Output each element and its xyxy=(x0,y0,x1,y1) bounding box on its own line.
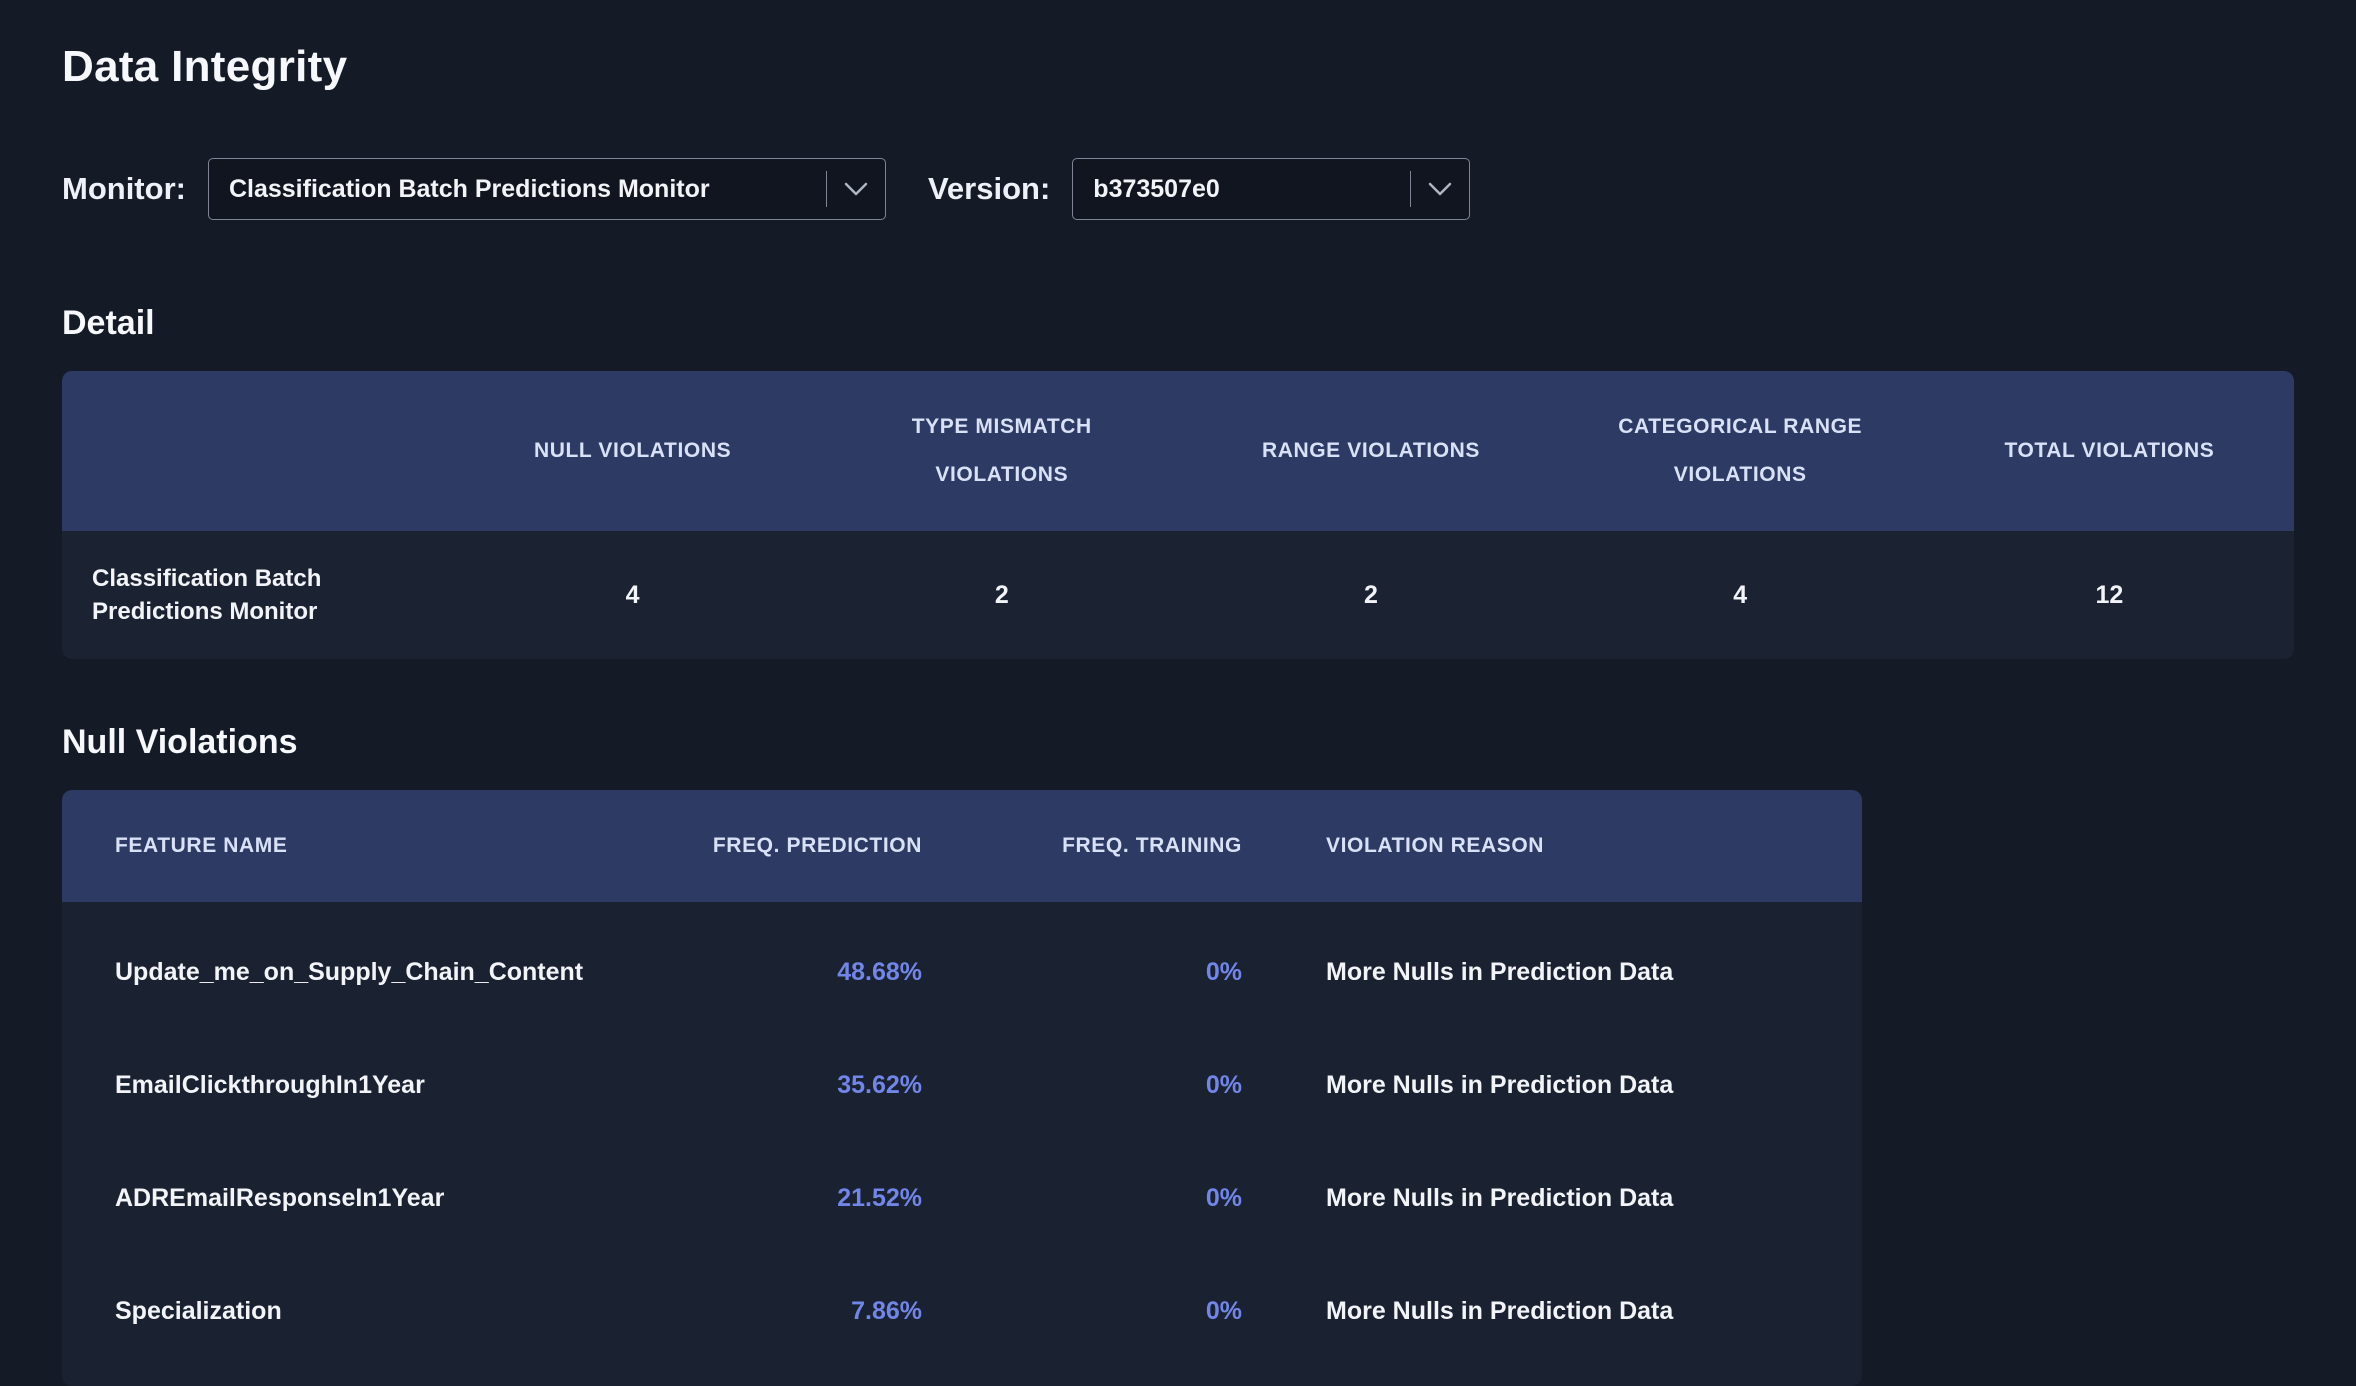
version-group: Version: b373507e0 xyxy=(928,158,1470,220)
monitor-select-value: Classification Batch Predictions Monitor xyxy=(209,175,826,204)
freq-training: 0% xyxy=(922,958,1242,987)
table-row: Classification Batch Predictions Monitor… xyxy=(62,531,2294,659)
chevron-down-icon xyxy=(827,182,885,197)
detail-categorical-range-value: 4 xyxy=(1556,581,1925,610)
monitor-select[interactable]: Classification Batch Predictions Monitor xyxy=(208,158,886,220)
table-row: ADREmailResponseIn1Year 21.52% 0% More N… xyxy=(62,1142,1862,1255)
chevron-down-icon xyxy=(1411,182,1469,197)
feature-name: ADREmailResponseIn1Year xyxy=(62,1184,692,1213)
version-label: Version: xyxy=(928,171,1050,207)
filter-bar: Monitor: Classification Batch Prediction… xyxy=(62,158,2294,220)
freq-prediction: 21.52% xyxy=(692,1184,922,1213)
feature-name: EmailClickthroughIn1Year xyxy=(62,1071,692,1100)
null-violations-section: Null Violations FEATURE NAME FREQ. PREDI… xyxy=(62,723,2294,1386)
detail-range-violations-value: 2 xyxy=(1186,581,1555,610)
table-row: EmailClickthroughIn1Year 35.62% 0% More … xyxy=(62,1029,1862,1142)
violation-reason: More Nulls in Prediction Data xyxy=(1242,1297,1862,1326)
violation-reason: More Nulls in Prediction Data xyxy=(1242,1184,1862,1213)
monitor-label: Monitor: xyxy=(62,171,186,207)
violation-reason: More Nulls in Prediction Data xyxy=(1242,1071,1862,1100)
detail-section: Detail NULL VIOLATIONS TYPE MISMATCH VIO… xyxy=(62,304,2294,659)
freq-training: 0% xyxy=(922,1297,1242,1326)
violation-reason: More Nulls in Prediction Data xyxy=(1242,958,1862,987)
freq-prediction: 48.68% xyxy=(692,958,922,987)
freq-training: 0% xyxy=(922,1184,1242,1213)
col-freq-training: FREQ. TRAINING xyxy=(922,834,1242,858)
table-row: Update_me_on_Supply_Chain_Content 48.68%… xyxy=(62,916,1862,1029)
null-violations-table-body: Update_me_on_Supply_Chain_Content 48.68%… xyxy=(62,902,1862,1386)
detail-col-range-violations: RANGE VIOLATIONS xyxy=(1186,427,1555,475)
detail-type-mismatch-value: 2 xyxy=(817,581,1186,610)
detail-heading: Detail xyxy=(62,304,2294,343)
page-title: Data Integrity xyxy=(62,42,2294,92)
detail-col-null-violations: NULL VIOLATIONS xyxy=(448,427,817,475)
col-violation-reason: VIOLATION REASON xyxy=(1242,834,1862,858)
detail-col-total-violations: TOTAL VIOLATIONS xyxy=(1925,427,2294,475)
null-violations-heading: Null Violations xyxy=(62,723,2294,762)
detail-col-type-mismatch-violations: TYPE MISMATCH VIOLATIONS xyxy=(817,403,1186,499)
detail-row-monitor-name: Classification Batch Predictions Monitor xyxy=(62,562,382,628)
version-select-value: b373507e0 xyxy=(1073,175,1410,204)
freq-prediction: 7.86% xyxy=(692,1297,922,1326)
col-freq-prediction: FREQ. PREDICTION xyxy=(692,834,922,858)
null-violations-table: FEATURE NAME FREQ. PREDICTION FREQ. TRAI… xyxy=(62,790,1862,1386)
data-integrity-page: Data Integrity Monitor: Classification B… xyxy=(0,0,2356,1386)
detail-table: NULL VIOLATIONS TYPE MISMATCH VIOLATIONS… xyxy=(62,371,2294,659)
feature-name: Update_me_on_Supply_Chain_Content xyxy=(62,958,692,987)
freq-training: 0% xyxy=(922,1071,1242,1100)
table-row: Specialization 7.86% 0% More Nulls in Pr… xyxy=(62,1255,1862,1368)
detail-table-header: NULL VIOLATIONS TYPE MISMATCH VIOLATIONS… xyxy=(62,371,2294,531)
version-select[interactable]: b373507e0 xyxy=(1072,158,1470,220)
detail-col-categorical-range-violations: CATEGORICAL RANGE VIOLATIONS xyxy=(1556,403,1925,499)
col-feature-name: FEATURE NAME xyxy=(62,834,692,858)
detail-total-violations-value: 12 xyxy=(1925,581,2294,610)
feature-name: Specialization xyxy=(62,1297,692,1326)
freq-prediction: 35.62% xyxy=(692,1071,922,1100)
null-violations-table-header: FEATURE NAME FREQ. PREDICTION FREQ. TRAI… xyxy=(62,790,1862,902)
detail-null-violations-value: 4 xyxy=(448,581,817,610)
